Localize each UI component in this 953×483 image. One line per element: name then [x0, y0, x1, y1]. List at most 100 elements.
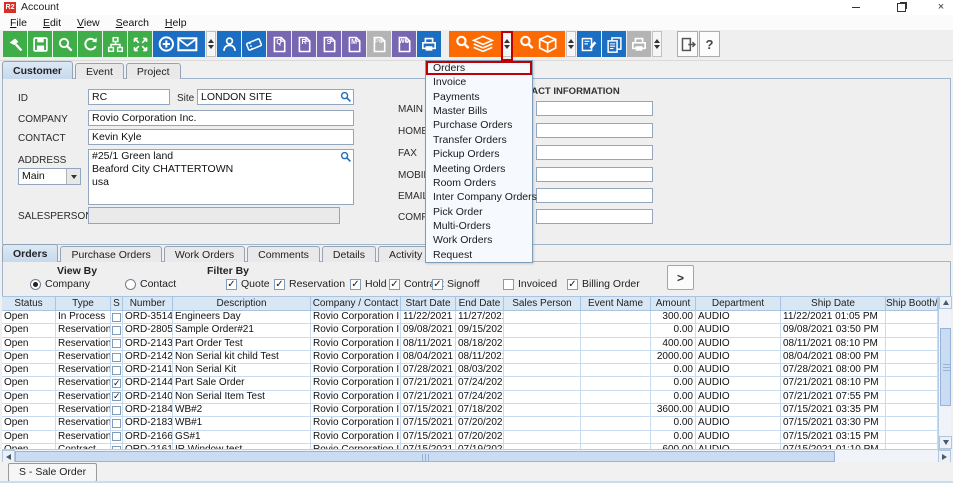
work-order-document-button[interactable]: WO	[392, 31, 416, 57]
help-button[interactable]: ?	[699, 31, 720, 57]
vertical-scroll-thumb[interactable]	[940, 328, 951, 406]
order-select-checkbox[interactable]	[112, 326, 121, 335]
subtab-purchase-orders[interactable]: Purchase Orders	[60, 246, 161, 262]
orders-menu-item-multi-orders[interactable]: Multi-Orders	[426, 219, 532, 233]
ticket-button[interactable]	[242, 31, 266, 57]
contact-info-field-mobile[interactable]	[536, 167, 653, 182]
column-header-amount[interactable]: Amount	[651, 297, 696, 311]
order-row-ORD-2142[interactable]: OpenReservationORD-2142Non Serial kit ch…	[2, 351, 938, 364]
company-field[interactable]	[88, 110, 354, 126]
search-orders-split-button[interactable]	[502, 31, 512, 57]
order-row-ORD-2141[interactable]: OpenReservationORD-2141Non Serial KitRov…	[2, 364, 938, 377]
tools-button[interactable]	[3, 31, 27, 57]
order-select-checkbox[interactable]	[112, 339, 121, 348]
orders-menu-item-payments[interactable]: Payments	[426, 90, 532, 104]
orders-menu-item-meeting-orders[interactable]: Meeting Orders	[426, 162, 532, 176]
orders-menu-item-work-orders[interactable]: Work Orders	[426, 233, 532, 247]
contact-person-button[interactable]	[217, 31, 241, 57]
order-select-checkbox[interactable]	[112, 406, 121, 415]
contact-field[interactable]	[88, 129, 354, 145]
vertical-scrollbar[interactable]	[938, 296, 951, 449]
order-type-button[interactable]: S - Sale Order	[8, 463, 97, 482]
search-products-button[interactable]	[513, 31, 565, 57]
id-field[interactable]	[88, 89, 170, 105]
expand-button[interactable]	[128, 31, 152, 57]
print-button[interactable]	[417, 31, 441, 57]
subtab-comments[interactable]: Comments	[247, 246, 320, 262]
view-by-radio-company[interactable]	[30, 279, 41, 290]
orders-menu-item-pick-order[interactable]: Pick Order	[426, 205, 532, 219]
orders-menu-item-transfer-orders[interactable]: Transfer Orders	[426, 133, 532, 147]
column-header-ship-booth-roo[interactable]: Ship Booth/Roo	[886, 297, 938, 311]
view-by-radio-contact[interactable]	[125, 279, 136, 290]
new-mail-button[interactable]	[153, 31, 205, 57]
menu-help[interactable]: Help	[157, 17, 195, 29]
filter-checkbox-contract[interactable]: ✓	[389, 279, 400, 290]
new-mail-split-button[interactable]	[206, 31, 216, 57]
order-row-ORD-2166[interactable]: OpenReservationORD-2166GS#1Rovio Corpora…	[2, 431, 938, 444]
address-search-icon[interactable]	[340, 151, 352, 163]
filter-checkbox-invoiced[interactable]	[503, 279, 514, 290]
order-row-ORD-2143[interactable]: OpenReservationORD-2143Part Order TestRo…	[2, 338, 938, 351]
order-row-ORD-2805[interactable]: OpenReservationORD-2805Sample Order#21Ro…	[2, 324, 938, 337]
save-button[interactable]	[28, 31, 52, 57]
column-header-status[interactable]: Status	[2, 297, 56, 311]
address-type-combo[interactable]: Main	[18, 168, 81, 185]
order-row-ORD-2140[interactable]: OpenReservation✓ORD-2140Non Serial Item …	[2, 391, 938, 404]
column-header-number[interactable]: Number	[123, 297, 173, 311]
address-field[interactable]: #25/1 Green landBeaford City CHATTERTOWN…	[88, 149, 354, 205]
edit-order-button[interactable]	[577, 31, 601, 57]
combo-arrow-button[interactable]	[66, 169, 80, 184]
order-select-checkbox[interactable]	[112, 432, 121, 441]
tab-project[interactable]: Project	[126, 63, 181, 79]
orders-menu-item-pickup-orders[interactable]: Pickup Orders	[426, 147, 532, 161]
site-field[interactable]	[197, 89, 354, 105]
contact-info-field-main[interactable]	[536, 101, 653, 116]
minimize-button[interactable]	[843, 0, 869, 15]
order-select-checkbox[interactable]	[112, 353, 121, 362]
order-select-checkbox[interactable]	[112, 366, 121, 375]
reservation-document-button[interactable]: R	[292, 31, 316, 57]
order-row-ORD-3514[interactable]: OpenIn ProcessORD-3514Engineers DayRovio…	[2, 311, 938, 324]
quote-document-button[interactable]: Q	[267, 31, 291, 57]
column-header-s[interactable]: S	[111, 297, 123, 311]
column-header-description[interactable]: Description	[173, 297, 311, 311]
site-search-icon[interactable]	[340, 91, 352, 103]
search-orders-button[interactable]	[449, 31, 501, 57]
order-select-checkbox[interactable]: ✓	[112, 379, 121, 388]
column-header-event-name[interactable]: Event Name	[581, 297, 651, 311]
exit-button[interactable]	[677, 31, 698, 57]
column-header-sales-person[interactable]: Sales Person	[504, 297, 581, 311]
contact-info-field-home[interactable]	[536, 123, 653, 138]
order-select-checkbox[interactable]	[112, 313, 121, 322]
org-hierarchy-button[interactable]	[103, 31, 127, 57]
filter-checkbox-hold[interactable]: ✓	[350, 279, 361, 290]
menu-file[interactable]: File	[2, 17, 35, 29]
order-row-ORD-2183[interactable]: OpenReservationORD-2183WB#1Rovio Corpora…	[2, 417, 938, 430]
filter-checkbox-reservation[interactable]: ✓	[274, 279, 285, 290]
search-products-split-button[interactable]	[566, 31, 576, 57]
orders-menu-item-room-orders[interactable]: Room Orders	[426, 176, 532, 190]
refresh-button[interactable]	[78, 31, 102, 57]
more-filters-button[interactable]: >	[667, 265, 694, 290]
scroll-up-button[interactable]	[939, 296, 952, 309]
menu-edit[interactable]: Edit	[35, 17, 69, 29]
orders-menu-item-purchase-orders[interactable]: Purchase Orders	[426, 118, 532, 132]
horizontal-scroll-thumb[interactable]	[15, 451, 835, 462]
close-button[interactable]: ×	[928, 0, 953, 15]
order-select-checkbox[interactable]: ✓	[112, 392, 121, 401]
column-header-ship-date[interactable]: Ship Date	[781, 297, 886, 311]
contact-info-field-fax[interactable]	[536, 145, 653, 160]
contact-info-field-email[interactable]	[536, 188, 653, 203]
filter-checkbox-signoff[interactable]: ✓	[432, 279, 443, 290]
scroll-down-button[interactable]	[939, 436, 952, 449]
filter-checkbox-quote[interactable]: ✓	[226, 279, 237, 290]
menu-view[interactable]: View	[69, 17, 108, 29]
master-document-button[interactable]: M	[342, 31, 366, 57]
orders-menu-item-master-bills[interactable]: Master Bills	[426, 104, 532, 118]
tab-customer[interactable]: Customer	[2, 61, 73, 79]
signoff-document-button[interactable]: S	[317, 31, 341, 57]
column-header-company-contact[interactable]: Company / Contact	[311, 297, 401, 311]
menu-search[interactable]: Search	[108, 17, 157, 29]
column-header-department[interactable]: Department	[696, 297, 781, 311]
